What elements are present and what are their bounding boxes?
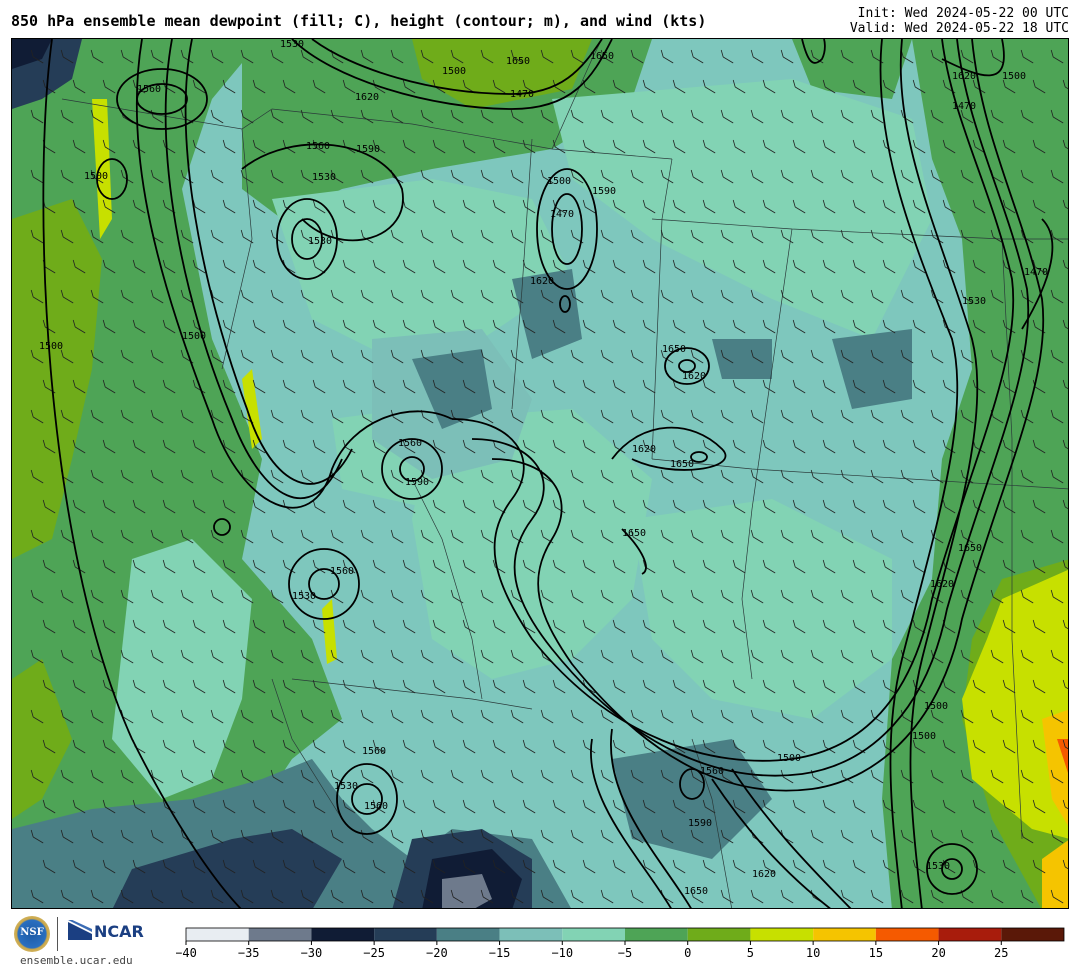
contour-label: 1470 xyxy=(1024,267,1048,278)
contour-label: 1470 xyxy=(550,209,574,220)
colorbar-swatch xyxy=(374,928,437,941)
colorbar-tick-label: −10 xyxy=(551,946,573,960)
colorbar-swatch xyxy=(813,928,876,941)
contour-label: 1620 xyxy=(952,71,976,82)
colorbar-swatch xyxy=(687,928,751,941)
init-time: Init: Wed 2024-05-22 00 UTC xyxy=(857,6,1069,21)
colorbar-tick-label: −35 xyxy=(238,946,260,960)
contour-label: 1620 xyxy=(752,869,776,880)
colorbar-tick-label: 10 xyxy=(806,946,820,960)
colorbar-swatch xyxy=(625,928,688,941)
contour-label: 1500 xyxy=(924,701,948,712)
colorbar-tick-label: −15 xyxy=(489,946,511,960)
contour-label: 1650 xyxy=(622,528,646,539)
logo-divider xyxy=(57,917,58,951)
colorbar-tick-label: 25 xyxy=(994,946,1008,960)
colorbar-ticks xyxy=(185,941,1002,945)
contour-label: 1560 xyxy=(398,438,422,449)
contour-label: 1500 xyxy=(182,331,206,342)
contour-label: 1560 xyxy=(362,746,386,757)
contour-label: 1650 xyxy=(590,51,614,62)
contour-label: 1650 xyxy=(506,56,530,67)
contour-label: 1620 xyxy=(530,276,554,287)
colorbar-tick-label: 15 xyxy=(869,946,883,960)
contour-label: 1530 xyxy=(308,236,332,247)
colorbar-tick-label: 0 xyxy=(684,946,691,960)
contour-label: 1590 xyxy=(592,186,616,197)
contour-label: 1530 xyxy=(312,172,336,183)
contour-label: 1470 xyxy=(510,89,534,100)
contour-label: 1500 xyxy=(777,753,801,764)
map-title: 850 hPa ensemble mean dewpoint (fill; C)… xyxy=(11,12,707,30)
contour-label: 1590 xyxy=(356,144,380,155)
colorbar-swatch xyxy=(311,928,375,941)
contour-label: 1560 xyxy=(306,141,330,152)
contour-label: 1500 xyxy=(442,66,466,77)
footer-logos: NSF NCAR ensemble.ucar.edu xyxy=(14,914,154,969)
contour-label: 1530 xyxy=(926,861,950,872)
colorbar-swatch xyxy=(938,928,1002,941)
colorbar-tick-label: −20 xyxy=(426,946,448,960)
contour-label: 1650 xyxy=(958,543,982,554)
contour-label: 1620 xyxy=(355,92,379,103)
contour-label: 1500 xyxy=(39,341,63,352)
contour-label: 1620 xyxy=(682,371,706,382)
colorbar-swatch xyxy=(186,928,249,941)
dewpoint-colorbar: −40 −35 −30 −25 −20 −15 −10 −5 0 5 10 15 20 25 xyxy=(176,927,1065,960)
colorbar-swatch xyxy=(750,928,814,941)
contour-label: 1500 xyxy=(912,731,936,742)
contour-label: 1500 xyxy=(1002,71,1026,82)
ncar-logo-text: NCAR xyxy=(94,922,144,941)
contour-label: 1560 xyxy=(700,766,724,777)
colorbar-tick-label: −40 xyxy=(176,946,197,960)
contour-label: 1620 xyxy=(930,579,954,590)
colorbar-swatch xyxy=(1001,928,1064,941)
colorbar-swatch xyxy=(562,928,625,941)
contour-label: 1650 xyxy=(684,886,708,897)
contour-label: 1560 xyxy=(137,84,161,95)
contour-label: 1650 xyxy=(662,344,686,355)
contour-label: 1530 xyxy=(334,781,358,792)
ncar-mark-icon xyxy=(68,920,92,940)
map-canvas: 1560 1530 1650 1470 1500 1620 1590 1560 … xyxy=(12,39,1068,908)
colorbar-labels: −40 −35 −30 −25 −20 −15 −10 −5 0 5 10 15 20 25 xyxy=(176,946,1009,960)
contour-label: 1500 xyxy=(547,176,571,187)
dewpoint-map: 1560 1530 1650 1470 1500 1620 1590 1560 … xyxy=(11,38,1069,909)
nsf-logo-text: NSF xyxy=(20,927,44,938)
site-url: ensemble.ucar.edu xyxy=(20,954,133,967)
colorbar-tick-label: −30 xyxy=(301,946,323,960)
contour-label: 1590 xyxy=(405,477,429,488)
contour-label: 1590 xyxy=(688,818,712,829)
colorbar-tick-label: −5 xyxy=(618,946,632,960)
colorbar-tick-label: 5 xyxy=(747,946,754,960)
colorbar-tick-label: −25 xyxy=(363,946,385,960)
contour-label: 1560 xyxy=(364,801,388,812)
colorbar-swatches xyxy=(185,927,1065,942)
contour-label: 1620 xyxy=(632,444,656,455)
colorbar-tick-label: 20 xyxy=(931,946,945,960)
contour-label: 1650 xyxy=(670,459,694,470)
contour-label: 1560 xyxy=(330,566,354,577)
contour-label: 1530 xyxy=(280,39,304,50)
colorbar-swatch xyxy=(875,928,939,941)
colorbar-swatch xyxy=(499,928,563,941)
contour-label: 1500 xyxy=(84,171,108,182)
contour-label: 1530 xyxy=(962,296,986,307)
valid-time: Valid: Wed 2024-05-22 18 UTC xyxy=(849,21,1069,36)
contour-label: 1470 xyxy=(952,101,976,112)
contour-label: 1530 xyxy=(292,591,316,602)
colorbar-swatch xyxy=(248,928,312,941)
colorbar-swatch xyxy=(436,928,500,941)
